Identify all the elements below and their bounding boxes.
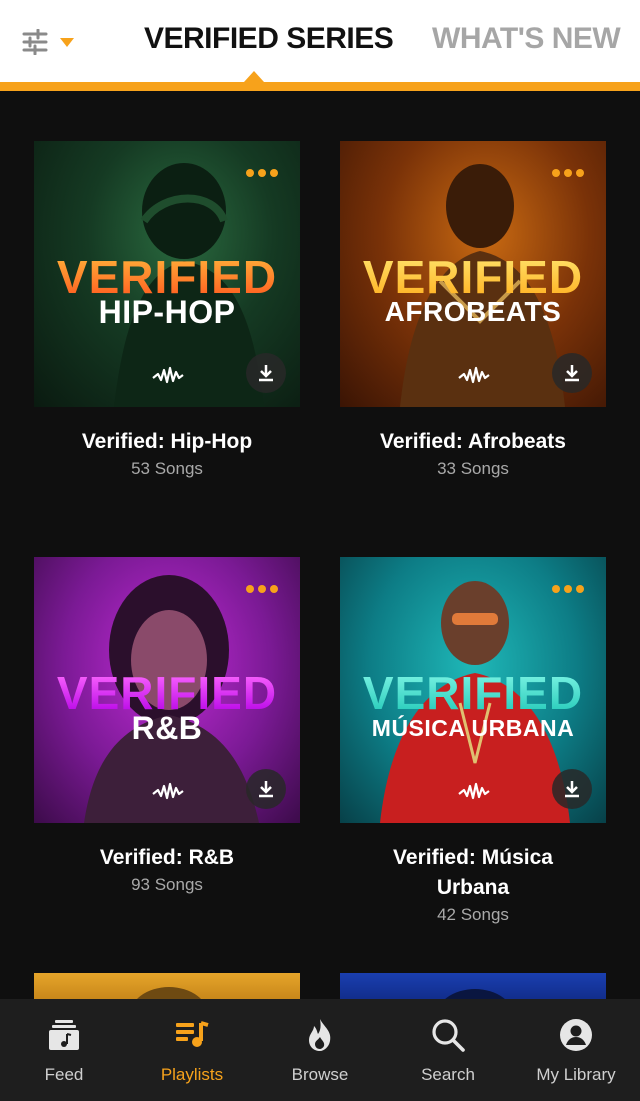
app-root: VERIFIED SERIES WHAT'S NEW VERIFIED HIP-…	[0, 0, 640, 1101]
audiomack-logo-icon	[152, 782, 184, 800]
flame-icon	[309, 1019, 331, 1051]
cover-genre-text: MÚSICA URBANA	[371, 715, 575, 741]
playlist-card-hip-hop[interactable]: VERIFIED HIP-HOP Verified: Hip-Hop 53 So…	[34, 141, 300, 479]
playlist-card-afrobeats[interactable]: VERIFIED AFROBEATS Verified: Afrobeats 3…	[340, 141, 606, 479]
nav-label-browse: Browse	[291, 1065, 349, 1084]
playlist-title[interactable]: Verified: Hip-Hop	[34, 427, 300, 457]
download-icon	[565, 781, 579, 798]
nav-label-playlists: Playlists	[160, 1065, 224, 1084]
more-options-button[interactable]	[552, 169, 584, 177]
download-icon	[259, 365, 273, 382]
song-count: 93 Songs	[131, 875, 203, 894]
download-button[interactable]	[246, 353, 286, 393]
nav-feed[interactable]: Feed	[0, 999, 128, 1101]
playlist-cover[interactable]	[34, 973, 300, 999]
playlist-title[interactable]: Verified: Afrobeats	[340, 427, 606, 457]
cover-genre-text: R&B	[131, 710, 203, 746]
cover-brand-text: VERIFIED	[340, 670, 606, 716]
nav-label-feed: Feed	[44, 1065, 84, 1084]
cover-genre-text: HIP-HOP	[98, 294, 236, 330]
cover-genre-text: AFROBEATS	[384, 296, 562, 327]
playlist-card-musica-urbana[interactable]: VERIFIED MÚSICA URBANA Verified: Música …	[340, 557, 606, 925]
active-tab-indicator	[244, 71, 264, 82]
tab-bar: VERIFIED SERIES WHAT'S NEW	[0, 0, 640, 82]
playlist-cover[interactable]: VERIFIED R&B	[34, 557, 300, 823]
search-icon	[432, 1019, 465, 1052]
download-button[interactable]	[552, 353, 592, 393]
download-button[interactable]	[246, 769, 286, 809]
download-icon	[259, 781, 273, 798]
nav-browse[interactable]: Browse	[256, 999, 384, 1101]
audiomack-logo-icon	[458, 366, 490, 384]
user-circle-icon	[560, 1019, 592, 1051]
more-options-button[interactable]	[552, 585, 584, 593]
playlist-icon	[176, 1021, 209, 1047]
nav-playlists[interactable]: Playlists	[128, 999, 256, 1101]
nav-my-library[interactable]: My Library	[512, 999, 640, 1101]
more-options-button[interactable]	[246, 169, 278, 177]
playlist-cover[interactable]: VERIFIED HIP-HOP	[34, 141, 300, 407]
artist-silhouette	[445, 989, 505, 999]
playlist-card-rnb[interactable]: VERIFIED R&B Verified: R&B 93 Songs	[34, 557, 300, 895]
song-count: 53 Songs	[131, 459, 203, 478]
audiomack-logo-icon	[458, 782, 490, 800]
tab-whats-new[interactable]: WHAT'S NEW	[432, 22, 621, 56]
playlist-cover[interactable]: VERIFIED AFROBEATS	[340, 141, 606, 407]
nav-search[interactable]: Search	[384, 999, 512, 1101]
playlist-title[interactable]: Verified: R&B	[34, 843, 300, 873]
song-count: 33 Songs	[437, 459, 509, 478]
playlist-card-partial-left[interactable]	[34, 973, 300, 999]
playlist-cover[interactable]	[340, 973, 606, 999]
cover-brand-text: VERIFIED	[340, 254, 606, 300]
playlist-title[interactable]: Verified: Música Urbana	[340, 843, 606, 903]
music-note-stack-icon	[49, 1020, 79, 1050]
playlist-card-partial-right[interactable]	[340, 973, 606, 999]
playlist-grid[interactable]: VERIFIED HIP-HOP Verified: Hip-Hop 53 So…	[0, 91, 640, 999]
top-bar: VERIFIED SERIES WHAT'S NEW	[0, 0, 640, 91]
more-options-button[interactable]	[246, 585, 278, 593]
bottom-navigation: Feed Playlists Browse Search My Library	[0, 999, 640, 1101]
artist-silhouette	[137, 987, 201, 999]
nav-label-search: Search	[421, 1065, 475, 1084]
tab-verified-series[interactable]: VERIFIED SERIES	[144, 22, 394, 56]
audiomack-logo-icon	[152, 366, 184, 384]
download-icon	[565, 365, 579, 382]
song-count: 42 Songs	[437, 905, 509, 924]
download-button[interactable]	[552, 769, 592, 809]
nav-label-my-library: My Library	[536, 1065, 616, 1084]
playlist-cover[interactable]: VERIFIED MÚSICA URBANA	[340, 557, 606, 823]
